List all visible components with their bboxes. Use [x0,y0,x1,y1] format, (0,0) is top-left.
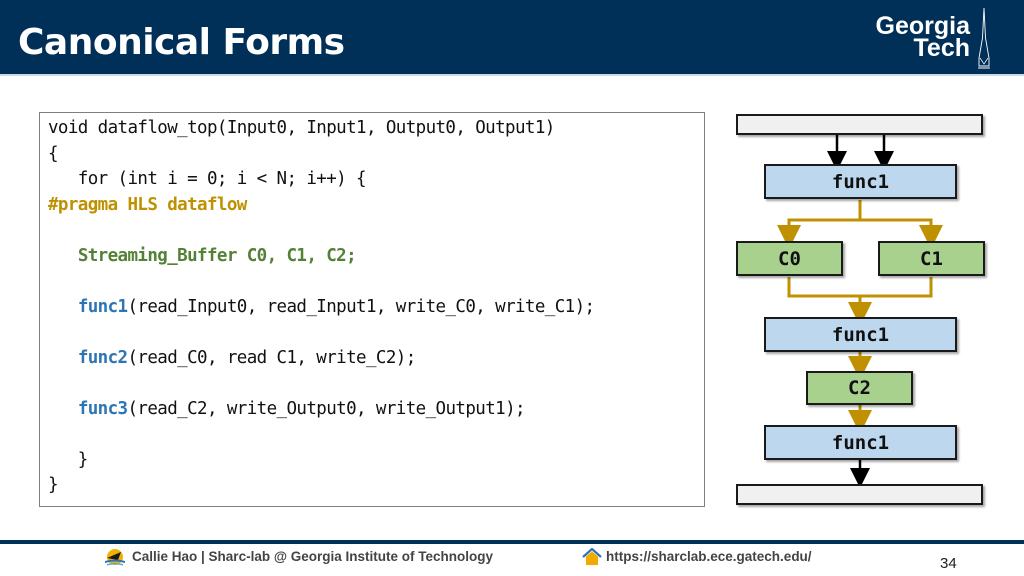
c0-buffer: C0 [736,241,843,276]
code-text: void dataflow_top(Input0, Input1, Output… [48,118,555,138]
output-block [736,484,983,505]
code-line: { [48,143,59,164]
dataflow-diagram: func1 C0 C1 func1 C2 func1 [720,105,1010,525]
code-line: } [48,475,59,495]
code-line: Streaming_Buffer C0, C1, C2; [48,245,357,266]
code-text: } [48,475,59,495]
tech-tower-icon [978,8,990,69]
func3-block: func1 [764,425,957,460]
logo-tech-text: Tech [913,34,971,62]
slide-header: Canonical Forms Georgia Tech [0,0,1024,74]
code-line: func3(read_C2, write_Output0, write_Outp… [48,398,526,419]
code-line: #pragma HLS dataflow [48,195,247,215]
input-block [736,114,983,135]
func2-block: func1 [764,317,957,352]
header-divider [0,74,1024,76]
arrow-func1-to-c1 [860,218,943,249]
code-func-token: func2 [77,347,128,368]
home-icon [582,548,602,565]
c2-buffer: C2 [806,371,913,405]
slide-title: Canonical Forms [18,22,345,63]
code-type-token: Streaming_Buffer C0, C1, C2; [77,245,357,266]
code-func-token: func3 [77,398,128,419]
footer-url-link[interactable]: https://sharclab.ece.gatech.edu/ [606,549,812,564]
footer-divider [0,540,1024,544]
func1-block: func1 [764,164,957,199]
code-line: func2(read_C0, read C1, write_C2); [48,348,416,368]
code-line: func1(read_Input0, read_Input1, write_C0… [48,297,595,317]
arrow-c0-to-func2 [787,277,933,298]
code-pragma-token: #pragma HLS dataflow [48,194,247,215]
arrow-func1-to-c0 [777,200,862,249]
c1-buffer: C1 [878,241,985,276]
code-line: } [48,449,89,470]
code-line: for (int i = 0; i < N; i++) { [48,169,367,189]
code-text: { [48,143,59,164]
code-text: for (int i = 0; i < N; i++) { [48,169,367,189]
code-block: void dataflow_top(Input0, Input1, Output… [39,112,705,507]
code-text: } [48,449,89,470]
code-line: void dataflow_top(Input0, Input1, Output… [48,118,555,138]
code-text: (read_C0, read C1, write_C2); [127,347,417,368]
code-text: (read_Input0, read_Input1, write_C0, wri… [127,296,596,317]
code-text: (read_C2, write_Output0, write_Output1); [127,398,526,419]
page-number: 34 [940,555,957,572]
footer-author: Callie Hao | Sharc-lab @ Georgia Institu… [132,549,493,564]
georgia-tech-logo: Georgia Tech [846,8,996,70]
code-func-token: func1 [77,296,128,317]
sharc-lab-logo-icon [105,549,125,566]
